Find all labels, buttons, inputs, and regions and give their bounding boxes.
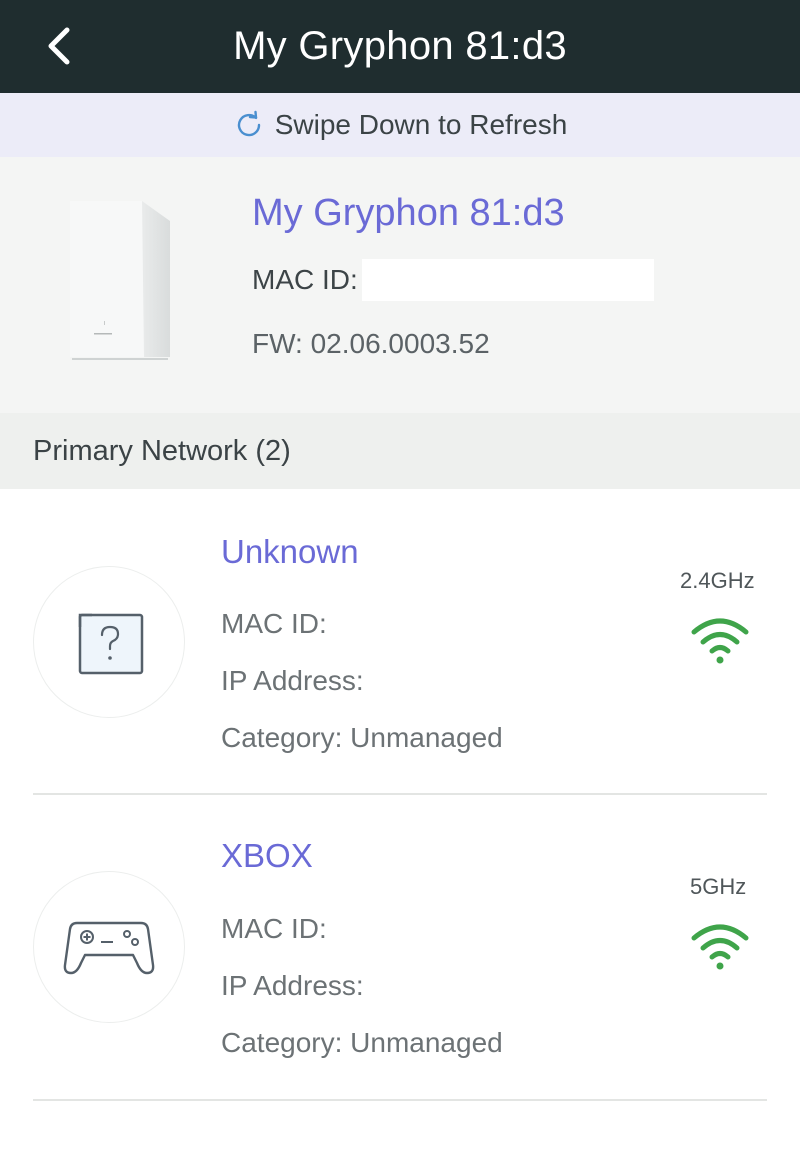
wifi-signal-icon: [691, 618, 749, 664]
device-name: XBOX: [221, 837, 313, 874]
router-name: My Gryphon 81:d3: [252, 192, 565, 234]
device-name: Unknown: [221, 533, 359, 570]
section-title: Primary Network (2): [33, 434, 291, 467]
device-row[interactable]: XBOX MAC ID: IP Address: Category: Unman…: [0, 795, 800, 1101]
back-button[interactable]: [30, 18, 86, 74]
device-avatar: [33, 566, 185, 718]
question-box-icon: [78, 613, 144, 675]
device-mac-label: MAC ID:: [221, 913, 327, 944]
router-mac-label: MAC ID:: [252, 264, 358, 295]
chevron-left-icon: [48, 27, 70, 65]
wifi-signal-icon: [691, 924, 749, 970]
mac-redaction: [361, 259, 654, 301]
device-category: Category: Unmanaged: [221, 722, 503, 753]
router-mac-row: MAC ID:: [252, 259, 654, 301]
app-screen: My Gryphon 81:d3 Swipe Down to Refresh M…: [0, 0, 800, 1155]
refresh-icon: [237, 110, 260, 137]
section-header: Primary Network (2): [0, 413, 800, 489]
device-avatar: [33, 871, 185, 1023]
device-ip-label: IP Address:: [221, 665, 364, 696]
router-firmware: FW: 02.06.0003.52: [252, 328, 490, 359]
device-ip-label: IP Address:: [221, 970, 364, 1001]
game-controller-icon: [63, 921, 155, 975]
router-image: [70, 201, 170, 360]
router-info-card: My Gryphon 81:d3 MAC ID: FW: 02.06.0003.…: [0, 157, 800, 413]
device-mac-label: MAC ID:: [221, 608, 327, 639]
refresh-hint-bar: Swipe Down to Refresh: [0, 93, 800, 157]
row-divider: [33, 1099, 767, 1101]
band-label: 2.4GHz: [680, 568, 755, 593]
page-title: My Gryphon 81:d3: [233, 24, 567, 68]
band-label: 5GHz: [690, 874, 747, 899]
top-bar: My Gryphon 81:d3: [0, 0, 800, 93]
device-category: Category: Unmanaged: [221, 1027, 503, 1058]
refresh-hint-text: Swipe Down to Refresh: [274, 109, 568, 140]
device-row[interactable]: Unknown MAC ID: IP Address: Category: Un…: [0, 489, 800, 795]
